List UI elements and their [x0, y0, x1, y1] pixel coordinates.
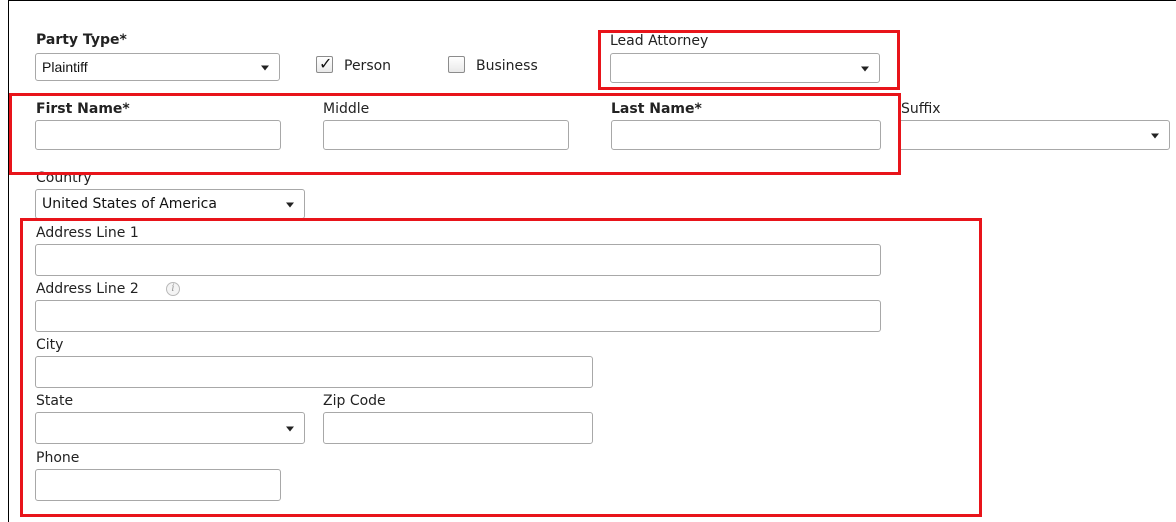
party-type-label: Party Type*: [36, 32, 127, 48]
state-label: State: [36, 393, 74, 409]
suffix-label: Suffix: [901, 101, 941, 117]
address-line1-input[interactable]: [35, 244, 881, 276]
address-line1-label: Address Line 1: [36, 225, 139, 241]
chevron-down-icon: [261, 65, 269, 71]
middle-name-label: Middle: [323, 101, 370, 117]
suffix-select[interactable]: [898, 120, 1170, 150]
country-value: United States of America: [42, 196, 217, 212]
phone-input[interactable]: [35, 469, 281, 501]
middle-name-input[interactable]: [323, 120, 569, 150]
chevron-down-icon: [861, 66, 869, 72]
checkmark-icon: ✓: [319, 54, 333, 73]
address-line2-label: Address Line 2: [36, 281, 139, 297]
first-name-label: First Name*: [36, 101, 130, 117]
lead-attorney-select[interactable]: [610, 53, 880, 83]
zip-code-input[interactable]: [323, 412, 593, 444]
person-checkbox[interactable]: ✓: [316, 54, 333, 73]
first-name-input[interactable]: [35, 120, 281, 150]
last-name-label: Last Name*: [611, 101, 702, 117]
chevron-down-icon: [286, 426, 294, 432]
country-label: Country: [36, 170, 92, 186]
state-select[interactable]: [35, 412, 305, 444]
last-name-input[interactable]: [611, 120, 881, 150]
zip-code-label: Zip Code: [323, 393, 386, 409]
party-type-select[interactable]: Plaintiff: [35, 53, 280, 81]
lead-attorney-label: Lead Attorney: [610, 33, 709, 49]
address-line2-input[interactable]: [35, 300, 881, 332]
chevron-down-icon: [1151, 133, 1159, 139]
party-type-value: Plaintiff: [42, 59, 88, 75]
business-checkbox[interactable]: [448, 56, 465, 73]
person-label: Person: [344, 58, 392, 74]
city-label: City: [36, 337, 64, 353]
info-icon[interactable]: i: [166, 282, 180, 296]
country-select[interactable]: United States of America: [35, 189, 305, 219]
phone-label: Phone: [36, 450, 80, 466]
city-input[interactable]: [35, 356, 593, 388]
business-label: Business: [476, 58, 538, 74]
chevron-down-icon: [286, 202, 294, 208]
